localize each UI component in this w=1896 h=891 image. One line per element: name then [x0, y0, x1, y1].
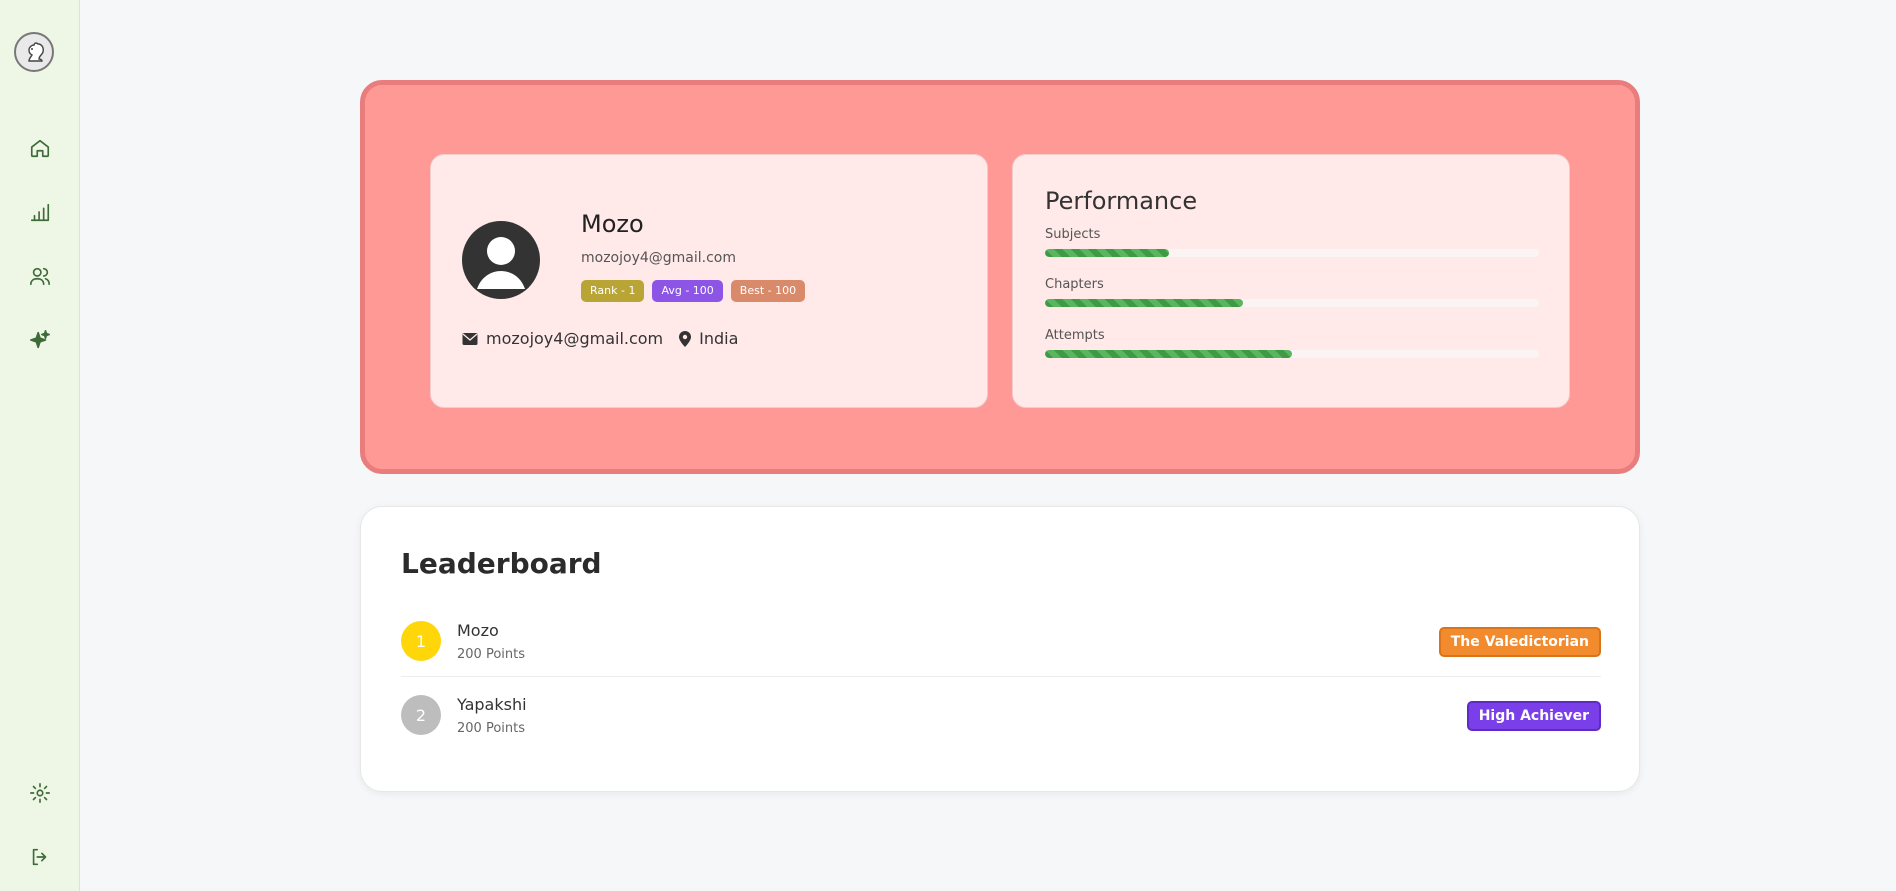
progress-fill — [1045, 249, 1169, 257]
user-avatar-icon — [477, 237, 525, 289]
sidebar-item-stats[interactable] — [24, 196, 56, 228]
progress-track — [1045, 249, 1539, 257]
gear-icon — [30, 783, 50, 803]
rank-badge: Rank - 1 — [581, 280, 645, 302]
sidebar — [0, 0, 80, 891]
envelope-icon — [462, 332, 478, 345]
home-icon — [30, 139, 50, 158]
profile-name: Mozo — [581, 210, 644, 238]
location-pin-icon — [679, 330, 692, 347]
performance-title: Performance — [1045, 187, 1198, 215]
metric-label: Chapters — [1045, 277, 1104, 292]
metric-attempts: Attempts — [1045, 328, 1539, 358]
squirrel-icon — [28, 42, 44, 62]
avg-badge: Avg - 100 — [652, 280, 723, 302]
metric-subjects: Subjects — [1045, 227, 1539, 257]
profile-badges: Rank - 1 Avg - 100 Best - 100 — [581, 280, 806, 302]
squirrel-logo[interactable] — [14, 32, 54, 72]
achievement-tag: The Valedictorian — [1438, 627, 1601, 657]
sidebar-item-sparkles[interactable] — [24, 324, 56, 356]
leaderboard-row[interactable]: 1 Mozo 200 Points The Valedictorian — [401, 615, 1601, 677]
leaderboard-points: 200 Points — [457, 647, 525, 662]
best-badge: Best - 100 — [730, 280, 806, 302]
bar-chart-icon — [30, 203, 50, 222]
location-item: India — [679, 329, 738, 348]
contact-email-item: mozojoy4@gmail.com — [462, 329, 663, 348]
profile-info-row: mozojoy4@gmail.com India — [462, 329, 738, 348]
metric-label: Attempts — [1045, 328, 1105, 343]
sparkles-icon — [30, 330, 50, 349]
leaderboard-row[interactable]: 2 Yapakshi 200 Points High Achiever — [401, 689, 1601, 751]
contact-email: mozojoy4@gmail.com — [486, 329, 664, 348]
performance-card: Performance Subjects Chapters Attempts — [1012, 154, 1570, 408]
sidebar-item-settings[interactable] — [24, 777, 56, 809]
metric-chapters: Chapters — [1045, 277, 1539, 307]
avatar — [462, 221, 540, 299]
leaderboard-points: 200 Points — [457, 721, 525, 736]
progress-track — [1045, 299, 1539, 307]
location: India — [699, 329, 739, 348]
achievement-tag: High Achiever — [1466, 701, 1601, 731]
logout-icon — [32, 848, 47, 866]
users-icon — [30, 267, 50, 286]
leaderboard-name: Yapakshi — [457, 695, 527, 714]
progress-fill — [1045, 299, 1243, 307]
profile-email: mozojoy4@gmail.com — [581, 250, 736, 266]
metric-label: Subjects — [1045, 227, 1101, 242]
leaderboard: Leaderboard 1 Mozo 200 Points The Valedi… — [360, 506, 1640, 792]
rank-circle-gold: 1 — [401, 621, 441, 661]
sidebar-item-home[interactable] — [24, 132, 56, 164]
rank-circle-silver: 2 — [401, 695, 441, 735]
profile-hero: Mozo mozojoy4@gmail.com Rank - 1 Avg - 1… — [360, 80, 1640, 474]
leaderboard-name: Mozo — [457, 621, 499, 640]
progress-fill — [1045, 350, 1292, 358]
leaderboard-title: Leaderboard — [401, 547, 602, 580]
profile-card: Mozo mozojoy4@gmail.com Rank - 1 Avg - 1… — [430, 154, 988, 408]
sidebar-item-logout[interactable] — [24, 841, 56, 873]
progress-track — [1045, 350, 1539, 358]
sidebar-item-users[interactable] — [24, 260, 56, 292]
